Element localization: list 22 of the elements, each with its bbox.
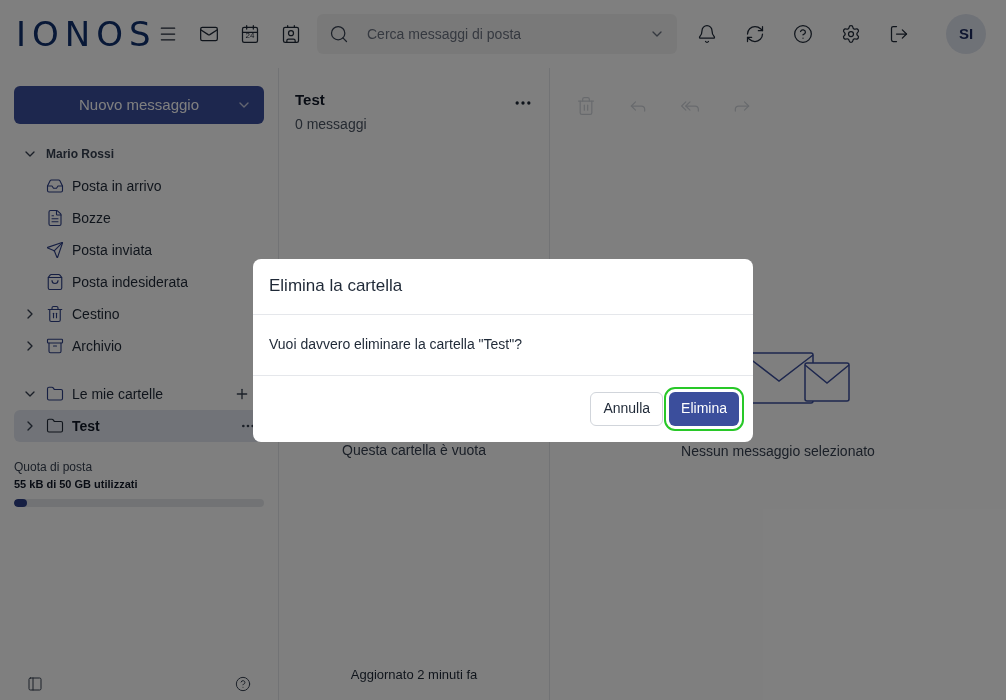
- no-message-text: Nessun messaggio selezionato: [680, 442, 876, 461]
- folder-item[interactable]: Posta indesiderata: [14, 266, 264, 298]
- dialog-message: Vuoi davvero eliminare la cartella "Test"?: [269, 335, 522, 354]
- folder-title: Test: [295, 90, 326, 110]
- quota-usage: 55 kB di 50 GB utilizzati: [14, 477, 139, 492]
- folder-item[interactable]: Le mie cartelle: [14, 378, 264, 410]
- cancel-button[interactable]: Annulla: [590, 391, 664, 426]
- dialog-title: Elimina la cartella: [269, 275, 403, 298]
- new-message-button[interactable]: Nuovo messaggio: [14, 86, 264, 124]
- folder-item[interactable]: Posta inviata: [14, 234, 264, 266]
- folder-item[interactable]: Bozze: [14, 202, 264, 234]
- updated-text: Aggiornato 2 minuti fa: [349, 665, 479, 684]
- folder-item[interactable]: Archivio: [14, 330, 264, 362]
- search-field[interactable]: Cerca messaggi di posta: [317, 14, 677, 54]
- avatar[interactable]: SI: [946, 14, 986, 54]
- message-count: 0 messaggi: [295, 114, 368, 134]
- folder-item[interactable]: Cestino: [14, 298, 264, 330]
- empty-folder-text: Questa cartella è vuota: [341, 440, 487, 460]
- calendar-icon[interactable]: 24: [240, 24, 260, 44]
- folder-item[interactable]: Mario Rossi: [14, 138, 264, 170]
- folder-item[interactable]: Posta in arrivo: [14, 170, 264, 202]
- quota-label: Quota di posta: [14, 459, 94, 476]
